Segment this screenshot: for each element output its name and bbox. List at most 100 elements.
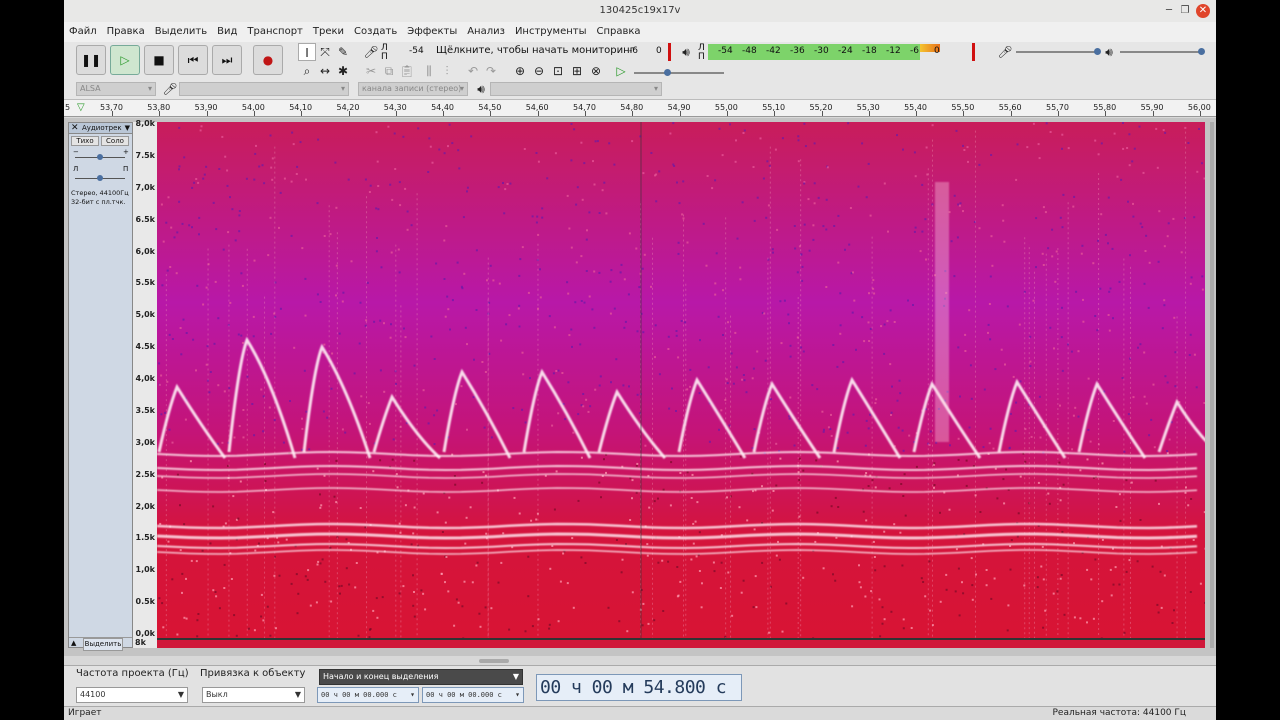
play-speed-slider[interactable] bbox=[634, 69, 724, 76]
menu-effects[interactable]: Эффекты bbox=[402, 22, 462, 42]
selection-start-time[interactable]: 00 ч 00 м 00.000 с ▾ bbox=[317, 687, 419, 703]
project-rate-select[interactable]: 44100 ▼ bbox=[76, 687, 188, 703]
project-rate-label: Частота проекта (Гц) bbox=[76, 668, 189, 679]
play-button[interactable]: ▷ bbox=[110, 45, 140, 75]
mute-button[interactable]: Тихо bbox=[71, 136, 99, 146]
menu-analyze[interactable]: Анализ bbox=[462, 22, 510, 42]
output-device-select[interactable]: ▾ bbox=[490, 82, 662, 96]
recording-meter[interactable]: Л П -54 Щёлкните, чтобы начать мониторин… bbox=[381, 43, 701, 62]
track-menu-arrow-icon[interactable]: ▼ bbox=[125, 123, 130, 134]
timeline-ruler[interactable]: 5 ▽ 53,70 53,80 53,90 54,00 54,10 54,20 54,30 5… bbox=[64, 100, 1216, 117]
timeshift-tool-icon[interactable]: ↔ bbox=[316, 62, 334, 80]
stop-button[interactable]: ■ bbox=[144, 45, 174, 75]
track-info: Стерео, 44100Гц 32-бит с пл.тчк. bbox=[71, 189, 129, 207]
menu-tracks[interactable]: Треки bbox=[308, 22, 349, 42]
menu-tools[interactable]: Инструменты bbox=[510, 22, 592, 42]
silence-icon[interactable]: ⫶ bbox=[438, 62, 456, 80]
speaker-icon[interactable]: 🔊︎ bbox=[677, 43, 695, 61]
ruler-tick-mark bbox=[159, 111, 161, 116]
record-volume-slider[interactable] bbox=[1016, 48, 1101, 55]
minimize-icon[interactable]: ─ bbox=[1162, 4, 1176, 18]
fit-project-icon[interactable]: ⊞ bbox=[568, 62, 586, 80]
paste-icon[interactable]: 📋︎ bbox=[398, 62, 416, 80]
menu-select[interactable]: Выделить bbox=[150, 22, 212, 42]
rec-right-value: 0 bbox=[656, 46, 662, 56]
track-info-bitdepth: 32-бит с пл.тчк. bbox=[71, 198, 126, 206]
title-bar: 130425c19x17v ─ ❐ ✕ bbox=[64, 0, 1216, 22]
zoom-toggle-icon[interactable]: ⊗ bbox=[587, 62, 605, 80]
pan-slider[interactable] bbox=[75, 175, 125, 181]
playback-volume-icon: 🔊︎ bbox=[1105, 45, 1113, 59]
menu-transport[interactable]: Транспорт bbox=[242, 22, 307, 42]
menu-help[interactable]: Справка bbox=[592, 22, 646, 42]
play-head-triangle-icon[interactable]: ▽ bbox=[77, 102, 85, 113]
fit-selection-icon[interactable]: ⊡ bbox=[549, 62, 567, 80]
zoom-in-icon[interactable]: ⊕ bbox=[511, 62, 529, 80]
ruler-tick-mark bbox=[1105, 111, 1107, 116]
spectrogram[interactable] bbox=[157, 122, 1205, 638]
selection-end-time[interactable]: 00 ч 00 м 00.000 с ▾ bbox=[422, 687, 524, 703]
skip-start-button[interactable]: ⏮ bbox=[178, 45, 208, 75]
frequency-label: 5,0k bbox=[135, 310, 156, 320]
host-select[interactable]: ALSA ▾ bbox=[76, 82, 156, 96]
zoom-out-icon[interactable]: ⊖ bbox=[530, 62, 548, 80]
snap-select[interactable]: Выкл ▼ bbox=[202, 687, 305, 703]
pause-button[interactable]: ❚❚ bbox=[76, 45, 106, 75]
envelope-tool-icon[interactable]: ⤧ bbox=[316, 43, 334, 61]
ruler-tick-mark bbox=[585, 111, 586, 116]
maximize-icon[interactable]: ❐ bbox=[1178, 4, 1192, 18]
select-track-button[interactable]: Выделить bbox=[83, 638, 123, 651]
frequency-label: 4.5k bbox=[135, 342, 156, 352]
playback-volume-slider[interactable] bbox=[1120, 48, 1205, 55]
status-bar: Играет Реальная частота: 44100 Гц bbox=[64, 706, 1216, 720]
record-button[interactable]: ● bbox=[253, 45, 283, 75]
track-close-icon[interactable]: ✕ bbox=[71, 123, 79, 134]
gain-thumb[interactable] bbox=[97, 154, 103, 160]
collapse-arrow-icon[interactable]: ▲ bbox=[71, 638, 76, 649]
frequency-scale[interactable]: 8,0k 7.5k 7,0k 6.5k 6,0k 5.5k 5,0k 4.5k 4,0k 3.5k… bbox=[133, 119, 157, 648]
cut-icon[interactable]: ✂ bbox=[362, 62, 380, 80]
monitor-hint[interactable]: Щёлкните, чтобы начать мониторинг bbox=[436, 46, 635, 56]
menu-bar: Файл Правка Выделить Вид Транспорт Треки Созда… bbox=[64, 22, 1216, 42]
menu-generate[interactable]: Создать bbox=[349, 22, 402, 42]
track-footer: ▲ Выделить bbox=[69, 637, 132, 651]
microphone-icon[interactable]: 🎤︎ bbox=[362, 43, 380, 61]
record-channels-select[interactable]: канала записи (стерео) ▾ bbox=[358, 82, 468, 96]
pan-thumb[interactable] bbox=[97, 175, 103, 181]
audio-position[interactable]: 00 ч 00 м 54.800 с bbox=[536, 674, 742, 701]
status-actual-rate: Реальная частота: 44100 Гц bbox=[1052, 708, 1187, 718]
frequency-label: 0,0k bbox=[135, 629, 156, 638]
trim-icon[interactable]: ⫼ bbox=[420, 62, 438, 80]
ruler-tick-mark bbox=[679, 111, 681, 116]
window-title: 130425c19x17v bbox=[599, 5, 681, 16]
solo-button[interactable]: Соло bbox=[101, 136, 129, 146]
ruler-tick-mark bbox=[1152, 111, 1154, 116]
menu-view[interactable]: Вид bbox=[212, 22, 242, 42]
play-speed-thumb[interactable] bbox=[664, 69, 671, 76]
redo-icon[interactable]: ↷ bbox=[482, 62, 500, 80]
selection-tool-icon[interactable]: I bbox=[298, 43, 316, 61]
undo-icon[interactable]: ↶ bbox=[464, 62, 482, 80]
frequency-label: 6.5k bbox=[135, 214, 156, 224]
gain-slider[interactable] bbox=[75, 154, 125, 160]
track-control-panel: ✕ Аудиотрек ▼ Тихо Соло − + Л П Стерео, … bbox=[68, 122, 133, 651]
track-name[interactable]: Аудиотрек bbox=[82, 123, 122, 134]
playback-meter[interactable]: Л П -54 -48 -42 -36 -30 -24 -18 -12 -6 0 bbox=[696, 43, 986, 62]
copy-icon[interactable]: ⧉ bbox=[380, 62, 398, 80]
menu-file[interactable]: Файл bbox=[64, 22, 102, 42]
close-icon[interactable]: ✕ bbox=[1196, 4, 1210, 18]
menu-edit[interactable]: Правка bbox=[102, 22, 150, 42]
resize-grip[interactable] bbox=[479, 659, 509, 663]
play-at-speed-icon[interactable]: ▷ bbox=[612, 62, 630, 80]
skip-end-button[interactable]: ⏭ bbox=[212, 45, 242, 75]
gain-minus-label: − bbox=[73, 148, 79, 156]
ruler-tick-mark bbox=[112, 111, 113, 116]
draw-tool-icon[interactable]: ✎ bbox=[334, 43, 352, 61]
input-device-select[interactable]: ▾ bbox=[179, 82, 349, 96]
frequency-label: 6,0k bbox=[135, 246, 156, 256]
zoom-tool-icon[interactable]: ⌕ bbox=[298, 62, 316, 80]
playback-volume-thumb[interactable] bbox=[1198, 48, 1205, 55]
multi-tool-icon[interactable]: ✱ bbox=[334, 62, 352, 80]
selection-mode-select[interactable]: Начало и конец выделения ▼ bbox=[319, 669, 523, 685]
vertical-scrollbar[interactable] bbox=[1210, 122, 1214, 648]
